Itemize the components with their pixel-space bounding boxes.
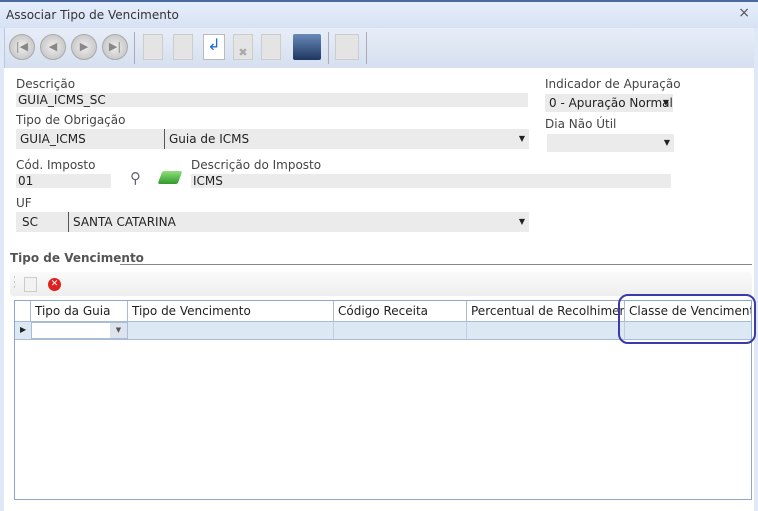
tipo-guia-cell-select[interactable]: ▼ [31,322,128,339]
previous-record-button[interactable]: ◀ [40,34,66,60]
dia-nao-util-select[interactable]: ▼ [547,134,674,152]
tipo-obrigacao-label: Tipo de Obrigação [16,113,126,127]
form-area: Descrição GUIA_ICMS_SC Tipo de Obrigação… [4,68,756,511]
lock-icon[interactable] [335,34,359,60]
chevron-down-icon: ▼ [518,134,525,143]
search-icon[interactable]: ⚲ [130,169,141,187]
uf-select[interactable]: SC SANTA CATARINA ▼ [16,212,529,232]
column-header[interactable]: Tipo de Vencimento [128,301,334,321]
grid-toolbar: · · · ✕ [10,272,752,296]
chevron-down-icon: ▼ [662,98,669,107]
tipo-obrigacao-select[interactable]: GUIA_ICMS Guia de ICMS ▼ [16,129,529,149]
eraser-icon[interactable] [157,171,183,184]
indicador-label: Indicador de Apuração [545,77,681,91]
edit-icon[interactable] [173,34,193,60]
toolbar: |◀ ◀ ▶ ▶| ↲ ✖ [4,28,754,68]
redo-icon[interactable] [261,34,281,60]
window-title: Associar Tipo de Vencimento [6,8,179,22]
save-icon[interactable] [293,34,321,60]
new-icon[interactable] [143,34,163,60]
delete-icon[interactable]: ✖ [233,34,253,60]
indicador-select[interactable]: 0 - Apuração Normal ▼ [545,94,673,112]
chevron-down-icon: ▼ [110,323,127,338]
chevron-down-icon: ▼ [663,138,670,147]
row-indicator-icon: ▶ [20,325,27,334]
descricao-label: Descrição [16,77,76,91]
column-header[interactable]: Percentual de Recolhimento [467,301,625,321]
next-record-button[interactable]: ▶ [71,34,97,60]
highlight-annotation [618,294,756,344]
dia-nao-util-label: Dia Não Útil [545,117,617,131]
add-row-icon[interactable] [24,277,37,292]
last-record-button[interactable]: ▶| [102,34,128,60]
delete-row-icon[interactable]: ✕ [48,278,61,291]
first-record-button[interactable]: |◀ [9,34,35,60]
section-divider [120,264,752,265]
section-title: Tipo de Vencimento [10,251,144,265]
desc-imposto-label: Descrição do Imposto [191,158,322,172]
title-bar: Associar Tipo de Vencimento × [0,0,758,28]
cod-imposto-label: Cód. Imposto [16,158,96,172]
descricao-field[interactable]: GUIA_ICMS_SC [16,93,528,107]
column-header[interactable]: Tipo da Guia [31,301,128,321]
chevron-down-icon: ▼ [518,217,525,226]
uf-label: UF [16,196,32,210]
undo-icon[interactable]: ↲ [203,34,225,60]
close-icon[interactable]: × [738,5,750,21]
cod-imposto-field[interactable]: 01 [16,174,111,188]
desc-imposto-field[interactable]: ICMS [191,174,671,188]
column-header[interactable]: Código Receita [334,301,467,321]
